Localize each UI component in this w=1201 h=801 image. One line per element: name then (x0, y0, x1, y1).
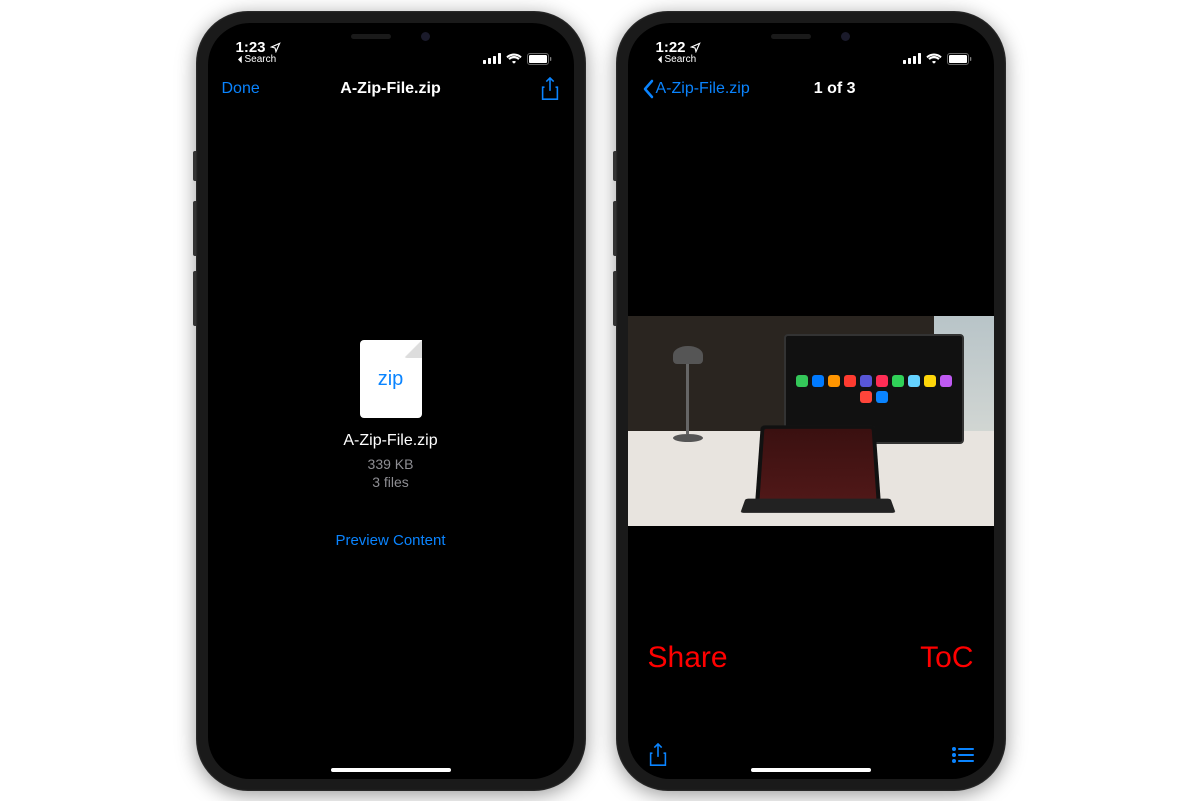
share-icon[interactable] (540, 77, 560, 101)
annotation-toc: ToC (920, 641, 973, 675)
nav-bar: Done A-Zip-File.zip (208, 67, 574, 111)
chevron-left-icon (642, 79, 654, 99)
preview-content-button[interactable]: Preview Content (335, 532, 445, 549)
battery-icon (947, 53, 972, 65)
wifi-icon (506, 53, 522, 64)
status-back-to-app[interactable]: Search (236, 54, 277, 65)
done-button[interactable]: Done (222, 80, 260, 98)
share-icon[interactable] (648, 743, 668, 767)
chevron-left-icon (656, 55, 663, 64)
preview-image[interactable] (628, 316, 994, 526)
battery-icon (527, 53, 552, 65)
notch (306, 23, 476, 51)
zip-file-icon: zip (360, 340, 422, 418)
list-icon[interactable] (952, 747, 974, 763)
status-indicators (903, 53, 972, 65)
back-button[interactable]: A-Zip-File.zip (642, 79, 750, 99)
notch (726, 23, 896, 51)
cellular-icon (903, 53, 921, 64)
screen-left: 1:23 Search Done A-Zip-File.zip (208, 23, 574, 779)
cellular-icon (483, 53, 501, 64)
nav-title: 1 of 3 (750, 80, 920, 98)
back-label: A-Zip-File.zip (656, 80, 750, 98)
file-count: 3 files (372, 474, 409, 490)
file-info-content: zip A-Zip-File.zip 339 KB 3 files Previe… (208, 111, 574, 779)
preview-content[interactable]: Share ToC (628, 111, 994, 731)
home-indicator[interactable] (751, 768, 871, 772)
nav-title: A-Zip-File.zip (282, 80, 500, 98)
status-back-to-app[interactable]: Search (656, 54, 697, 65)
annotation-overlay: Share ToC (628, 641, 994, 675)
home-indicator[interactable] (331, 768, 451, 772)
location-icon (690, 42, 701, 53)
location-icon (270, 42, 281, 53)
file-size: 339 KB (368, 456, 414, 472)
file-name: A-Zip-File.zip (343, 432, 437, 450)
chevron-left-icon (236, 55, 243, 64)
iphone-left: 1:23 Search Done A-Zip-File.zip (196, 11, 586, 791)
status-indicators (483, 53, 552, 65)
annotation-share: Share (648, 641, 728, 675)
wifi-icon (926, 53, 942, 64)
screen-right: 1:22 Search A-Zip-File.zip (628, 23, 994, 779)
iphone-right: 1:22 Search A-Zip-File.zip (616, 11, 1006, 791)
nav-bar: A-Zip-File.zip 1 of 3 (628, 67, 994, 111)
